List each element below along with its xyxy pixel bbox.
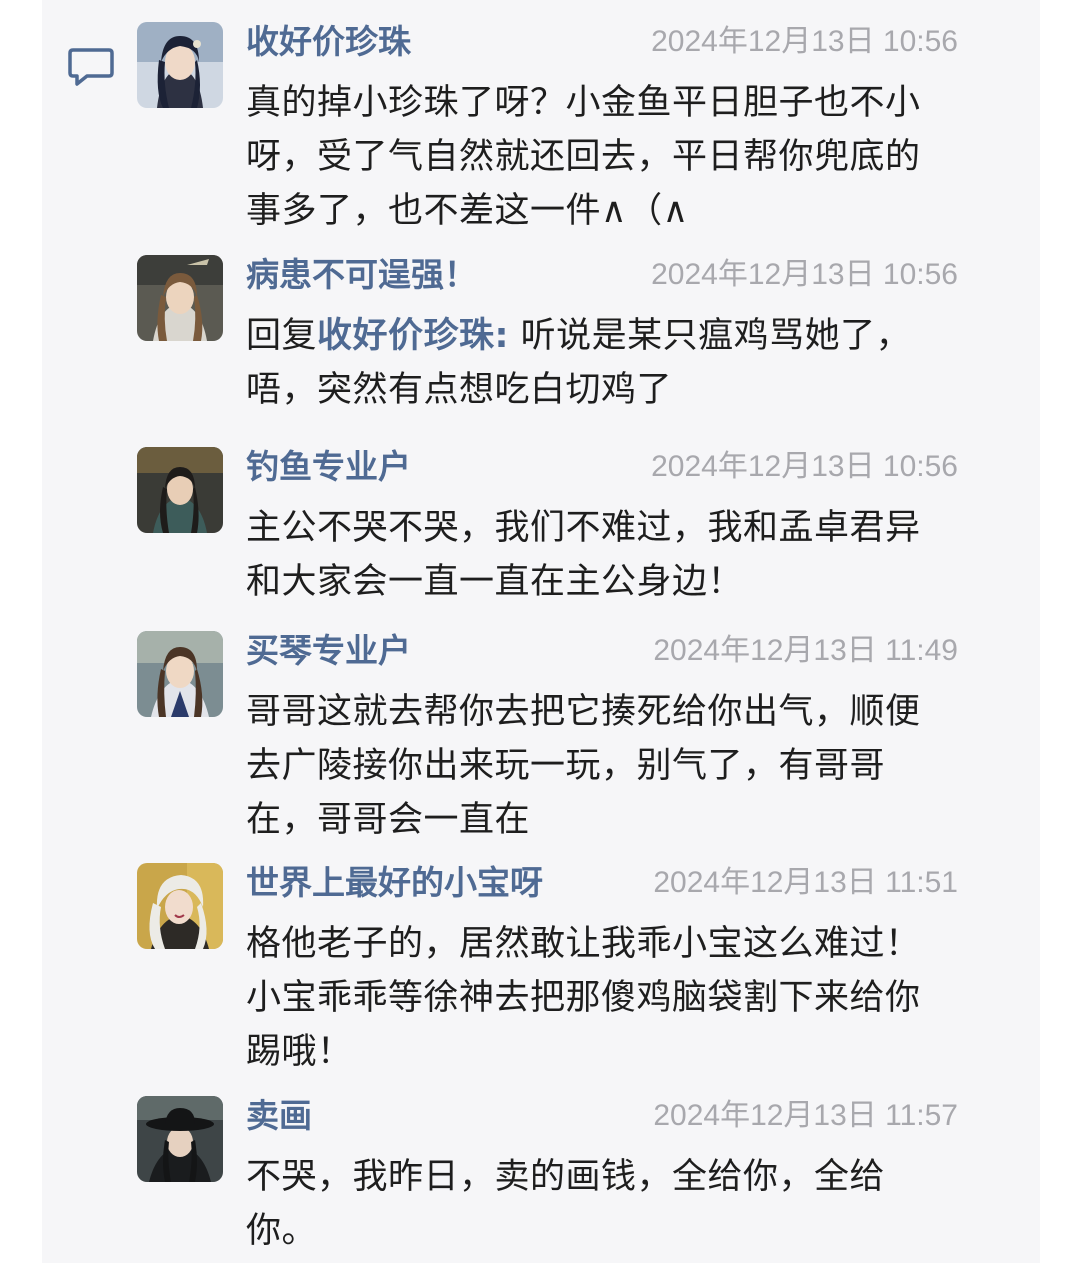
comment-item: 病患不可逞强！ 2024年12月13日 10:56 回复收好价珍珠: 听说是某只… xyxy=(0,237,1079,410)
comment-text: 不哭，我昨日，卖的画钱，全给你，全给你。 xyxy=(246,1157,886,1251)
comment-item: 卖画 2024年12月13日 11:57 不哭，我昨日，卖的画钱，全给你，全给你… xyxy=(0,1078,1079,1258)
comment-username[interactable]: 买琴专业户 xyxy=(246,627,411,675)
comment-timestamp: 2024年12月13日 11:51 xyxy=(653,866,958,899)
reply-prefix: 回复 xyxy=(246,316,318,356)
comment-text: 真的掉小珍珠了呀？小金鱼平日胆子也不小呀，受了气自然就还回去，平日帮你兜底的事多… xyxy=(246,83,921,231)
comment-item: 买琴专业户 2024年12月13日 11:49 哥哥这就去帮你去把它揍死给你出气… xyxy=(0,613,1079,840)
avatar[interactable] xyxy=(137,22,223,108)
comment-item: 钓鱼专业户 2024年12月13日 10:56 主公不哭不哭，我们不难过，我和孟… xyxy=(0,429,1079,602)
avatar[interactable] xyxy=(137,447,223,533)
avatar[interactable] xyxy=(137,1096,223,1182)
comment-item: 收好价珍珠 2024年12月13日 10:56 真的掉小珍珠了呀？小金鱼平日胆子… xyxy=(0,4,1079,231)
comment-timestamp: 2024年12月13日 10:56 xyxy=(651,25,958,58)
comment-username[interactable]: 世界上最好的小宝呀 xyxy=(246,859,543,907)
comment-text: 回复收好价珍珠: 听说是某只瘟鸡骂她了，唔，突然有点想吃白切鸡了 xyxy=(246,309,951,417)
comment-item: 世界上最好的小宝呀 2024年12月13日 11:51 格他老子的，居然敢让我乖… xyxy=(0,845,1079,1072)
comment-timestamp: 2024年12月13日 11:49 xyxy=(653,634,958,667)
comment-text: 主公不哭不哭，我们不难过，我和孟卓君异和大家会一直一直在主公身边！ xyxy=(246,508,921,602)
comment-username[interactable]: 卖画 xyxy=(246,1092,312,1140)
comment-timestamp: 2024年12月13日 10:56 xyxy=(651,450,958,483)
comment-username[interactable]: 收好价珍珠 xyxy=(246,18,411,66)
comment-username[interactable]: 病患不可逞强！ xyxy=(246,251,477,299)
comment-username[interactable]: 钓鱼专业户 xyxy=(246,443,411,491)
avatar[interactable] xyxy=(137,255,223,341)
avatar[interactable] xyxy=(137,863,223,949)
comment-timestamp: 2024年12月13日 10:56 xyxy=(651,258,958,291)
comment-text: 格他老子的，居然敢让我乖小宝这么难过！小宝乖乖等徐神去把那傻鸡脑袋割下来给你踢哦… xyxy=(246,924,921,1072)
reply-target-username[interactable]: 收好价珍珠: xyxy=(317,316,509,356)
comment-text: 哥哥这就去帮你去把它揍死给你出气，顺便去广陵接你出来玩一玩，别气了，有哥哥在，哥… xyxy=(246,692,921,840)
comment-timestamp: 2024年12月13日 11:57 xyxy=(653,1099,958,1132)
avatar[interactable] xyxy=(137,631,223,717)
